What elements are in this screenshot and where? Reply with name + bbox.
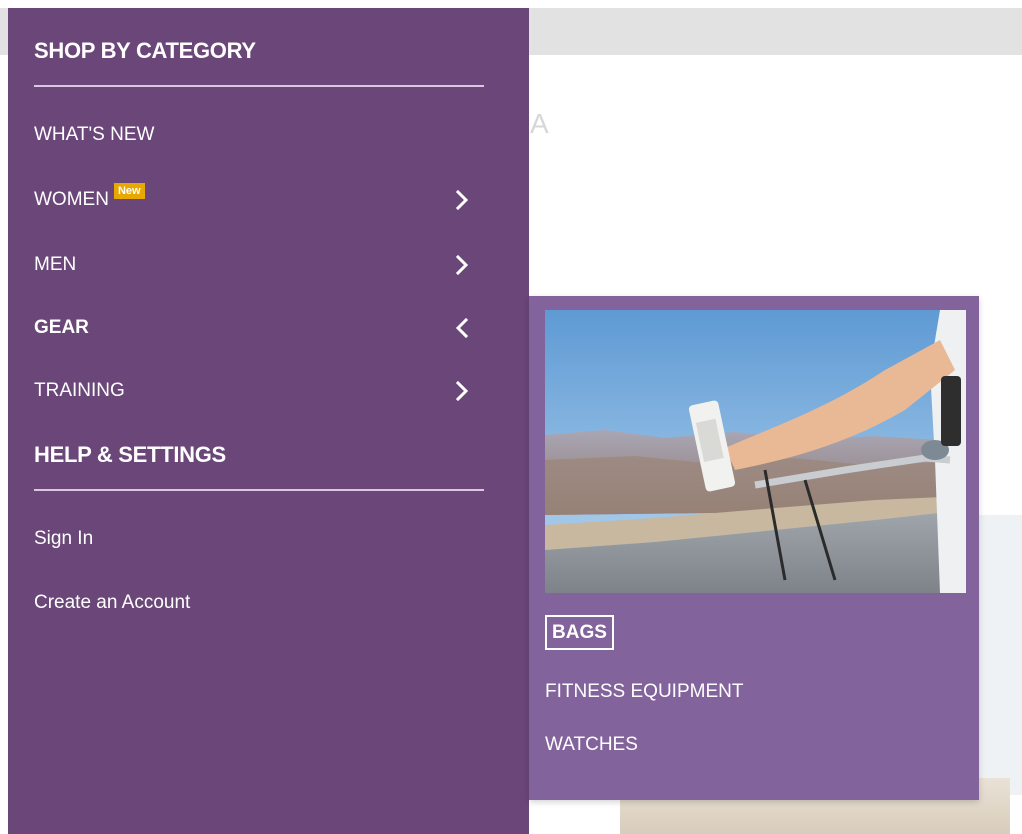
chevron-right-icon[interactable] <box>450 253 474 277</box>
submenu-item-fitness-equipment[interactable]: FITNESS EQUIPMENT <box>545 681 743 703</box>
menu-item-label: WOMEN <box>34 189 109 210</box>
submenu-item-watches[interactable]: WATCHES <box>545 734 638 756</box>
menu-item-label: GEAR <box>34 317 89 338</box>
chevron-left-icon[interactable] <box>450 316 474 340</box>
menu-item-label: TRAINING <box>34 380 125 401</box>
chevron-right-icon[interactable] <box>450 379 474 403</box>
menu-item-label: MEN <box>34 254 77 275</box>
help-divider <box>34 489 484 491</box>
menu-item-gear[interactable]: GEAR <box>34 311 474 345</box>
shop-by-category-heading: SHOP BY CATEGORY <box>34 38 256 63</box>
menu-item-whats-new[interactable]: WHAT'S NEW <box>34 118 474 152</box>
help-settings-heading: HELP & SETTINGS <box>34 442 226 467</box>
category-divider <box>34 85 484 87</box>
gear-submenu: BAGS FITNESS EQUIPMENT WATCHES <box>529 296 979 800</box>
gear-promo-image[interactable] <box>545 310 966 593</box>
menu-item-women[interactable]: WOMEN New <box>34 183 474 217</box>
new-badge: New <box>113 183 145 199</box>
navigation-drawer: SHOP BY CATEGORY WHAT'S NEW WOMEN New ME… <box>8 8 529 834</box>
sign-in-link[interactable]: Sign In <box>34 528 93 550</box>
page-obscured-text: A <box>530 108 549 139</box>
submenu-item-bags[interactable]: BAGS <box>545 615 614 650</box>
menu-item-men[interactable]: MEN <box>34 248 474 282</box>
menu-item-label: WHAT'S NEW <box>34 124 155 145</box>
menu-item-training[interactable]: TRAINING <box>34 374 474 408</box>
create-account-link[interactable]: Create an Account <box>34 592 190 614</box>
chevron-right-icon[interactable] <box>450 188 474 212</box>
